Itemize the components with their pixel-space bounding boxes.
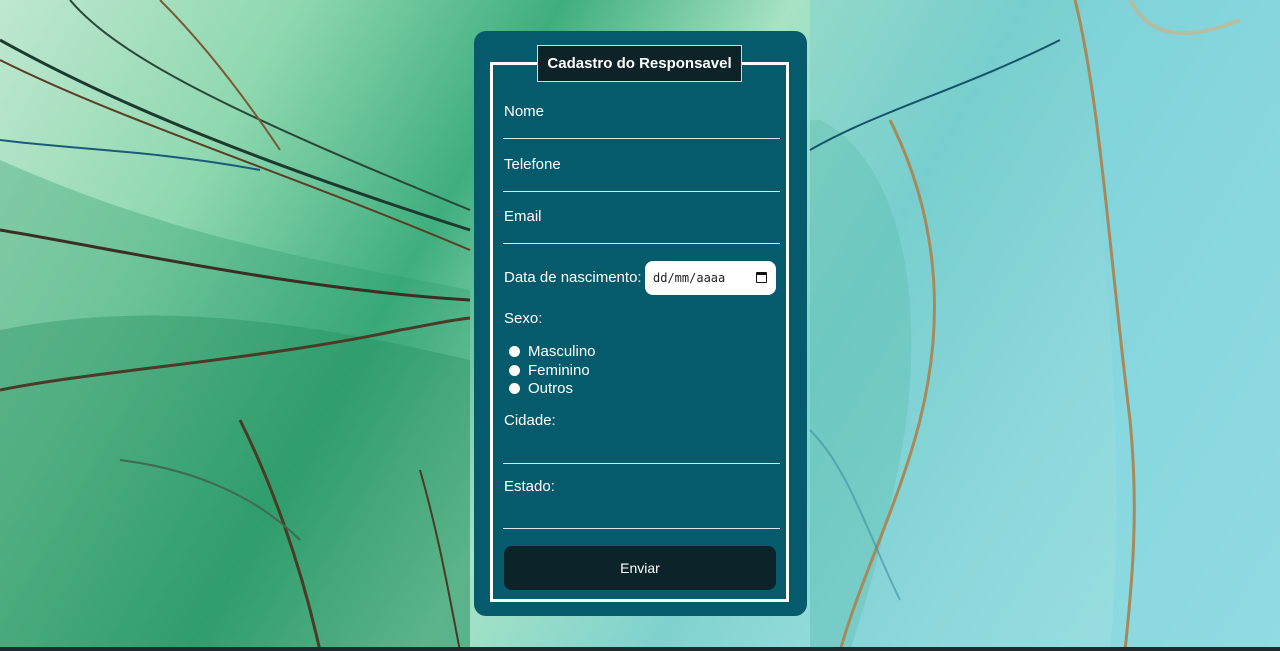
birthdate-input[interactable]: dd/mm/aaaa [645,261,776,295]
taskbar-strip [0,647,1280,651]
cidade-input[interactable] [503,463,780,464]
estado-input[interactable] [503,528,780,529]
email-label: Email [504,208,542,225]
birthdate-placeholder: dd/mm/aaaa [653,271,726,285]
sexo-label: Sexo: [504,310,543,327]
form-fieldset [490,62,789,602]
submit-button[interactable]: Enviar [504,546,776,590]
radio-circle[interactable] [509,346,520,357]
telefone-input[interactable] [503,191,780,192]
radio-label: Masculino [528,343,596,360]
nome-input[interactable] [503,138,780,139]
radio-circle[interactable] [509,383,520,394]
email-input[interactable] [503,243,780,244]
calendar-icon[interactable] [756,272,767,283]
nome-label: Nome [504,103,545,120]
estado-label: Estado: [504,478,555,495]
cidade-label: Cidade: [504,412,556,429]
radio-label: Feminino [528,362,590,379]
registration-card: Cadastro do Responsavel Nome Telefone Em… [474,31,807,616]
telefone-label: Telefone [504,156,561,173]
radio-label: Outros [528,380,574,397]
form-title: Cadastro do Responsavel [537,45,742,82]
birthdate-label: Data de nascimento: [504,269,642,286]
radio-circle[interactable] [509,365,520,376]
